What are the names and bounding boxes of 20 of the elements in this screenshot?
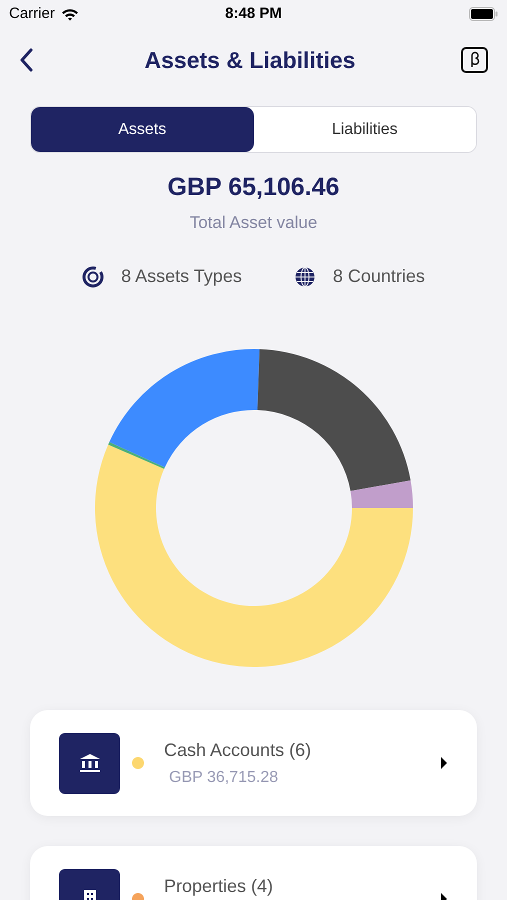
asset-category-card[interactable]: Cash Accounts (6) GBP 36,715.28 <box>30 710 477 816</box>
battery-icon <box>468 7 498 21</box>
coin-icon <box>82 266 104 288</box>
category-name: Properties (4) <box>164 875 274 898</box>
stat-label: 8 Countries <box>332 265 425 288</box>
total-caption: Total Asset value <box>190 212 318 234</box>
clock-time: 8:48 PM <box>225 4 282 24</box>
beta-icon[interactable] <box>460 47 488 73</box>
category-name: Cash Accounts (6) <box>164 739 312 762</box>
segment-tab[interactable]: Assets <box>31 107 254 152</box>
screen-title: Assets & Liabilities <box>144 46 356 75</box>
category-amount: GBP 36,715.28 <box>169 768 280 788</box>
caret-icon <box>440 756 448 770</box>
asset-category-card[interactable]: Properties (4) <box>30 846 477 900</box>
globe-icon <box>294 266 316 288</box>
bank-icon <box>78 753 100 773</box>
wifi-icon <box>60 8 79 20</box>
stat-label: 8 Assets Types <box>121 265 242 288</box>
carrier-label: Carrier <box>9 4 55 24</box>
total-value: GBP 65,106.46 <box>168 172 340 203</box>
